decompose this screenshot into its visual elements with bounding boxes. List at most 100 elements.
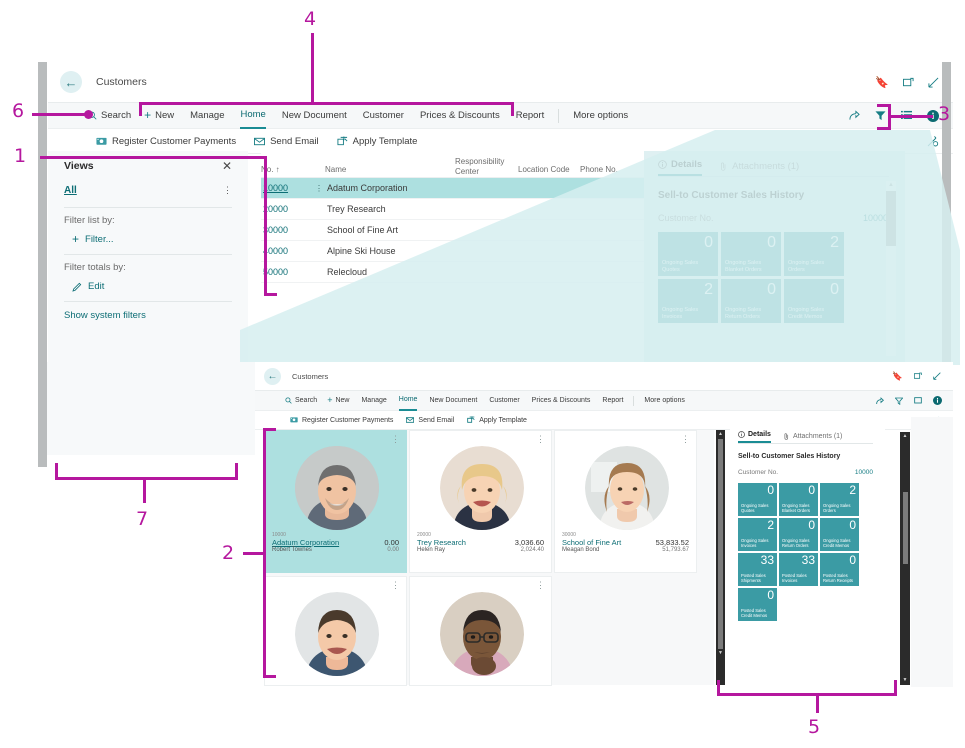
column-header-phone-no[interactable]: Phone No. bbox=[580, 154, 640, 177]
send-email-button[interactable]: Send Email bbox=[406, 416, 454, 424]
column-header-responsibility-center[interactable]: Responsibility Center bbox=[455, 154, 518, 177]
ribbon-tab-prices-discounts[interactable]: Prices & Discounts bbox=[532, 397, 591, 404]
register-customer-payments-button[interactable]: Register Customer Payments bbox=[96, 136, 236, 147]
tile-posted-sales-shipments[interactable]: 33 Posted Sales Shipments bbox=[738, 553, 777, 586]
scrollbar-thumb[interactable] bbox=[718, 439, 723, 649]
new-button[interactable]: + New bbox=[327, 396, 349, 405]
list-item[interactable]: ⋮ bbox=[409, 576, 552, 686]
tile-ongoing-sales-blanket-orders[interactable]: 0 Ongoing Sales Blanket Orders bbox=[779, 483, 818, 516]
ribbon-tab-home[interactable]: Home bbox=[240, 102, 266, 129]
register-customer-payments-button[interactable]: Register Customer Payments bbox=[290, 416, 393, 424]
more-menu-icon[interactable]: ⋮ bbox=[681, 435, 690, 444]
personalize-icon[interactable] bbox=[927, 135, 939, 147]
card-name[interactable]: Adatum Corporation bbox=[272, 538, 339, 547]
more-menu-icon[interactable]: ⋮ bbox=[536, 435, 545, 444]
cell-no[interactable]: 40000 bbox=[261, 246, 327, 256]
close-icon[interactable]: ✕ bbox=[222, 159, 232, 173]
scrollbar-thumb[interactable] bbox=[902, 492, 908, 564]
tile-posted-sales-invoices[interactable]: 33 Posted Sales Invoices bbox=[779, 553, 818, 586]
scroll-up-arrow[interactable]: ▲ bbox=[886, 181, 896, 189]
apply-template-button[interactable]: Apply Template bbox=[467, 416, 527, 424]
open-in-new-window-icon[interactable] bbox=[914, 372, 922, 380]
search-button[interactable]: Search bbox=[88, 110, 131, 121]
ribbon-tab-new-document[interactable]: New Document bbox=[429, 397, 477, 404]
tile-ongoing-sales-orders[interactable]: 2 Ongoing Sales Orders bbox=[784, 232, 844, 276]
show-system-filters-link[interactable]: Show system filters bbox=[64, 310, 232, 321]
filter-icon[interactable] bbox=[895, 397, 903, 405]
ribbon-tab-report[interactable]: Report bbox=[602, 397, 623, 404]
list-item[interactable]: ⋮ bbox=[554, 430, 697, 573]
ribbon-tab-report[interactable]: Report bbox=[516, 110, 545, 121]
row-menu-icon[interactable]: ⋮ bbox=[315, 184, 327, 192]
column-header-name[interactable]: Name bbox=[325, 154, 455, 177]
table-row[interactable]: 50000 Relecloud bbox=[261, 262, 644, 283]
factbox-field-value[interactable]: 10000 bbox=[863, 213, 888, 223]
table-row[interactable]: 40000 Alpine Ski House bbox=[261, 241, 644, 262]
ribbon-tab-customer[interactable]: Customer bbox=[489, 397, 519, 404]
cell-no[interactable]: 30000 bbox=[261, 225, 327, 235]
factbox-scrollbar[interactable]: ▲ ▼ bbox=[900, 432, 910, 685]
add-filter-button[interactable]: + Filter... bbox=[72, 233, 232, 245]
tile-ongoing-sales-blanket-orders[interactable]: 0 Ongoing Sales Blanket Orders bbox=[721, 232, 781, 276]
tab-attachments[interactable]: Attachments (1) bbox=[783, 433, 842, 443]
tile-ongoing-sales-credit-memos[interactable]: 0 Ongoing Sales Credit Memos bbox=[820, 518, 859, 551]
tile-ongoing-sales-orders[interactable]: 2 Ongoing Sales Orders bbox=[820, 483, 859, 516]
table-row[interactable]: 30000 School of Fine Art bbox=[261, 220, 644, 241]
ribbon-tab-prices-discounts[interactable]: Prices & Discounts bbox=[420, 110, 500, 121]
tile-posted-sales-credit-memos[interactable]: 0 Posted Sales Credit Memos bbox=[738, 588, 777, 621]
more-menu-icon[interactable]: ⋮ bbox=[223, 186, 232, 195]
scroll-down-arrow[interactable]: ▼ bbox=[716, 649, 725, 657]
card-name[interactable]: School of Fine Art bbox=[562, 538, 621, 547]
table-row[interactable]: 10000 ⋮ Adatum Corporation bbox=[261, 178, 644, 199]
share-icon[interactable] bbox=[876, 396, 884, 405]
tab-details[interactable]: Details bbox=[738, 431, 771, 443]
list-view-icon[interactable] bbox=[914, 396, 922, 405]
ribbon-tab-manage[interactable]: Manage bbox=[361, 397, 386, 404]
tile-ongoing-sales-quotes[interactable]: 0 Ongoing Sales Quotes bbox=[658, 232, 718, 276]
cell-no[interactable]: 10000 bbox=[261, 183, 315, 193]
scroll-up-arrow[interactable]: ▲ bbox=[716, 430, 725, 438]
tile-ongoing-sales-quotes[interactable]: 0 Ongoing Sales Quotes bbox=[738, 483, 777, 516]
cell-no[interactable]: 50000 bbox=[261, 267, 327, 277]
apply-template-button[interactable]: Apply Template bbox=[337, 136, 417, 147]
tile-ongoing-sales-invoices[interactable]: 2 Ongoing Sales Invoices bbox=[658, 279, 718, 323]
column-header-no[interactable]: No. ↑ bbox=[261, 154, 325, 177]
more-options-button[interactable]: More options bbox=[573, 110, 628, 121]
ribbon-tab-new-document[interactable]: New Document bbox=[282, 110, 347, 121]
scrollbar-thumb[interactable] bbox=[886, 191, 896, 246]
column-header-location-code[interactable]: Location Code bbox=[518, 154, 580, 177]
tab-details[interactable]: Details bbox=[658, 159, 703, 176]
bookmark-icon[interactable]: 🔖 bbox=[875, 76, 889, 89]
scroll-down-arrow[interactable]: ▼ bbox=[900, 676, 910, 684]
more-options-button[interactable]: More options bbox=[644, 397, 684, 404]
collapse-icon[interactable] bbox=[928, 77, 939, 88]
search-button[interactable]: Search bbox=[285, 397, 317, 404]
tile-ongoing-sales-credit-memos[interactable]: 0 Ongoing Sales Credit Memos bbox=[784, 279, 844, 323]
factbox-scrollbar[interactable]: ▲ bbox=[886, 181, 896, 356]
back-button[interactable]: ← bbox=[60, 71, 82, 93]
send-email-button[interactable]: Send Email bbox=[254, 136, 319, 147]
list-item[interactable]: ⋮ bbox=[409, 430, 552, 573]
tile-ongoing-sales-invoices[interactable]: 2 Ongoing Sales Invoices bbox=[738, 518, 777, 551]
list-item[interactable]: ⋮ bbox=[264, 576, 407, 686]
more-menu-icon[interactable]: ⋮ bbox=[391, 581, 400, 590]
tile-ongoing-sales-return-orders[interactable]: 0 Ongoing Sales Return Orders bbox=[779, 518, 818, 551]
views-item-all[interactable]: All ⋮ bbox=[64, 181, 232, 200]
ribbon-tab-customer[interactable]: Customer bbox=[363, 110, 404, 121]
info-icon[interactable] bbox=[933, 396, 942, 405]
open-in-new-window-icon[interactable] bbox=[903, 77, 914, 88]
ribbon-tab-manage[interactable]: Manage bbox=[190, 110, 224, 121]
edit-totals-button[interactable]: Edit bbox=[72, 281, 232, 292]
card-name[interactable]: Trey Research bbox=[417, 538, 466, 547]
back-button[interactable]: ← bbox=[264, 367, 281, 385]
collapse-icon[interactable] bbox=[933, 372, 941, 380]
gallery-scrollbar[interactable]: ▲ ▼ bbox=[716, 430, 725, 685]
tab-attachments[interactable]: Attachments (1) bbox=[719, 161, 799, 176]
ribbon-tab-home[interactable]: Home bbox=[398, 390, 418, 411]
cell-no[interactable]: 20000 bbox=[261, 204, 327, 214]
filter-icon[interactable] bbox=[875, 110, 886, 121]
table-row[interactable]: 20000 Trey Research bbox=[261, 199, 644, 220]
more-menu-icon[interactable]: ⋮ bbox=[391, 435, 400, 444]
share-icon[interactable] bbox=[849, 110, 860, 121]
bookmark-icon[interactable]: 🔖 bbox=[892, 371, 903, 382]
